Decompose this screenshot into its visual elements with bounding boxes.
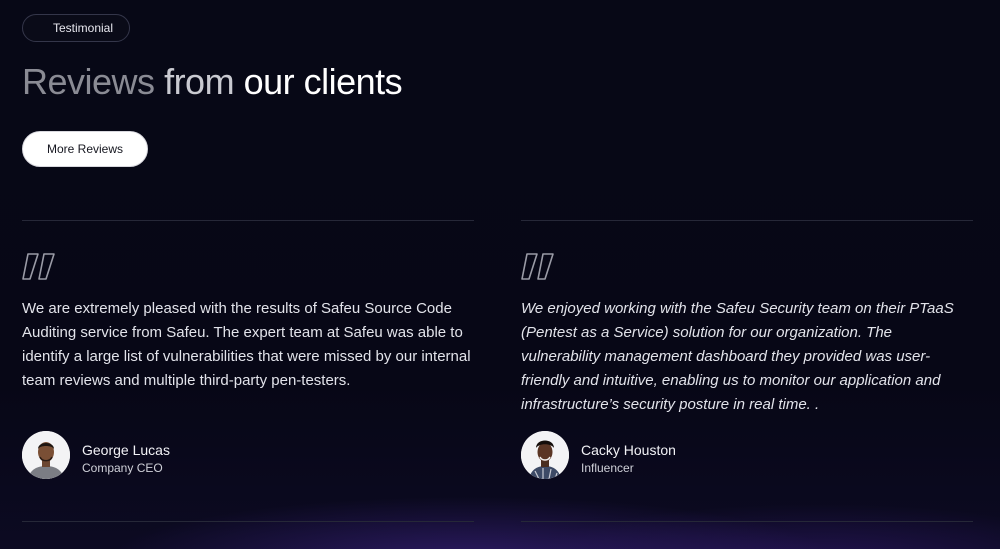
avatar-portrait xyxy=(521,431,569,479)
reviewer-name: Cacky Houston xyxy=(581,442,676,458)
reviewer-role: Influencer xyxy=(581,461,634,475)
title-word-from: from xyxy=(164,61,235,102)
testimonial-section: Testimonial Reviews from our clients Mor… xyxy=(0,0,1000,549)
review-card: We enjoyed working with the Safeu Securi… xyxy=(521,253,973,493)
reviewer-role: Company CEO xyxy=(82,461,163,475)
avatar xyxy=(521,431,569,479)
review-text: We enjoyed working with the Safeu Securi… xyxy=(521,300,954,413)
title-word-reviews: Reviews xyxy=(22,61,155,102)
avatar xyxy=(22,431,70,479)
testimonial-badge: Testimonial xyxy=(22,14,131,42)
section-title: Reviews from our clients xyxy=(22,60,403,104)
avatar-portrait xyxy=(22,431,70,479)
quote-icon xyxy=(521,253,554,280)
title-word-clients: our clients xyxy=(243,61,403,102)
quote-icon xyxy=(22,253,55,280)
divider-top-right xyxy=(521,220,973,221)
review-card: We are extremely pleased with the result… xyxy=(22,253,474,493)
more-reviews-button[interactable]: More Reviews xyxy=(22,131,148,167)
review-text: We are extremely pleased with the result… xyxy=(22,300,471,389)
divider-bottom-right xyxy=(521,521,973,522)
reviewer-name: George Lucas xyxy=(82,442,170,458)
divider-top-left xyxy=(22,220,474,221)
divider-bottom-left xyxy=(22,521,474,522)
testimonial-badge-label: Testimonial xyxy=(53,21,114,35)
